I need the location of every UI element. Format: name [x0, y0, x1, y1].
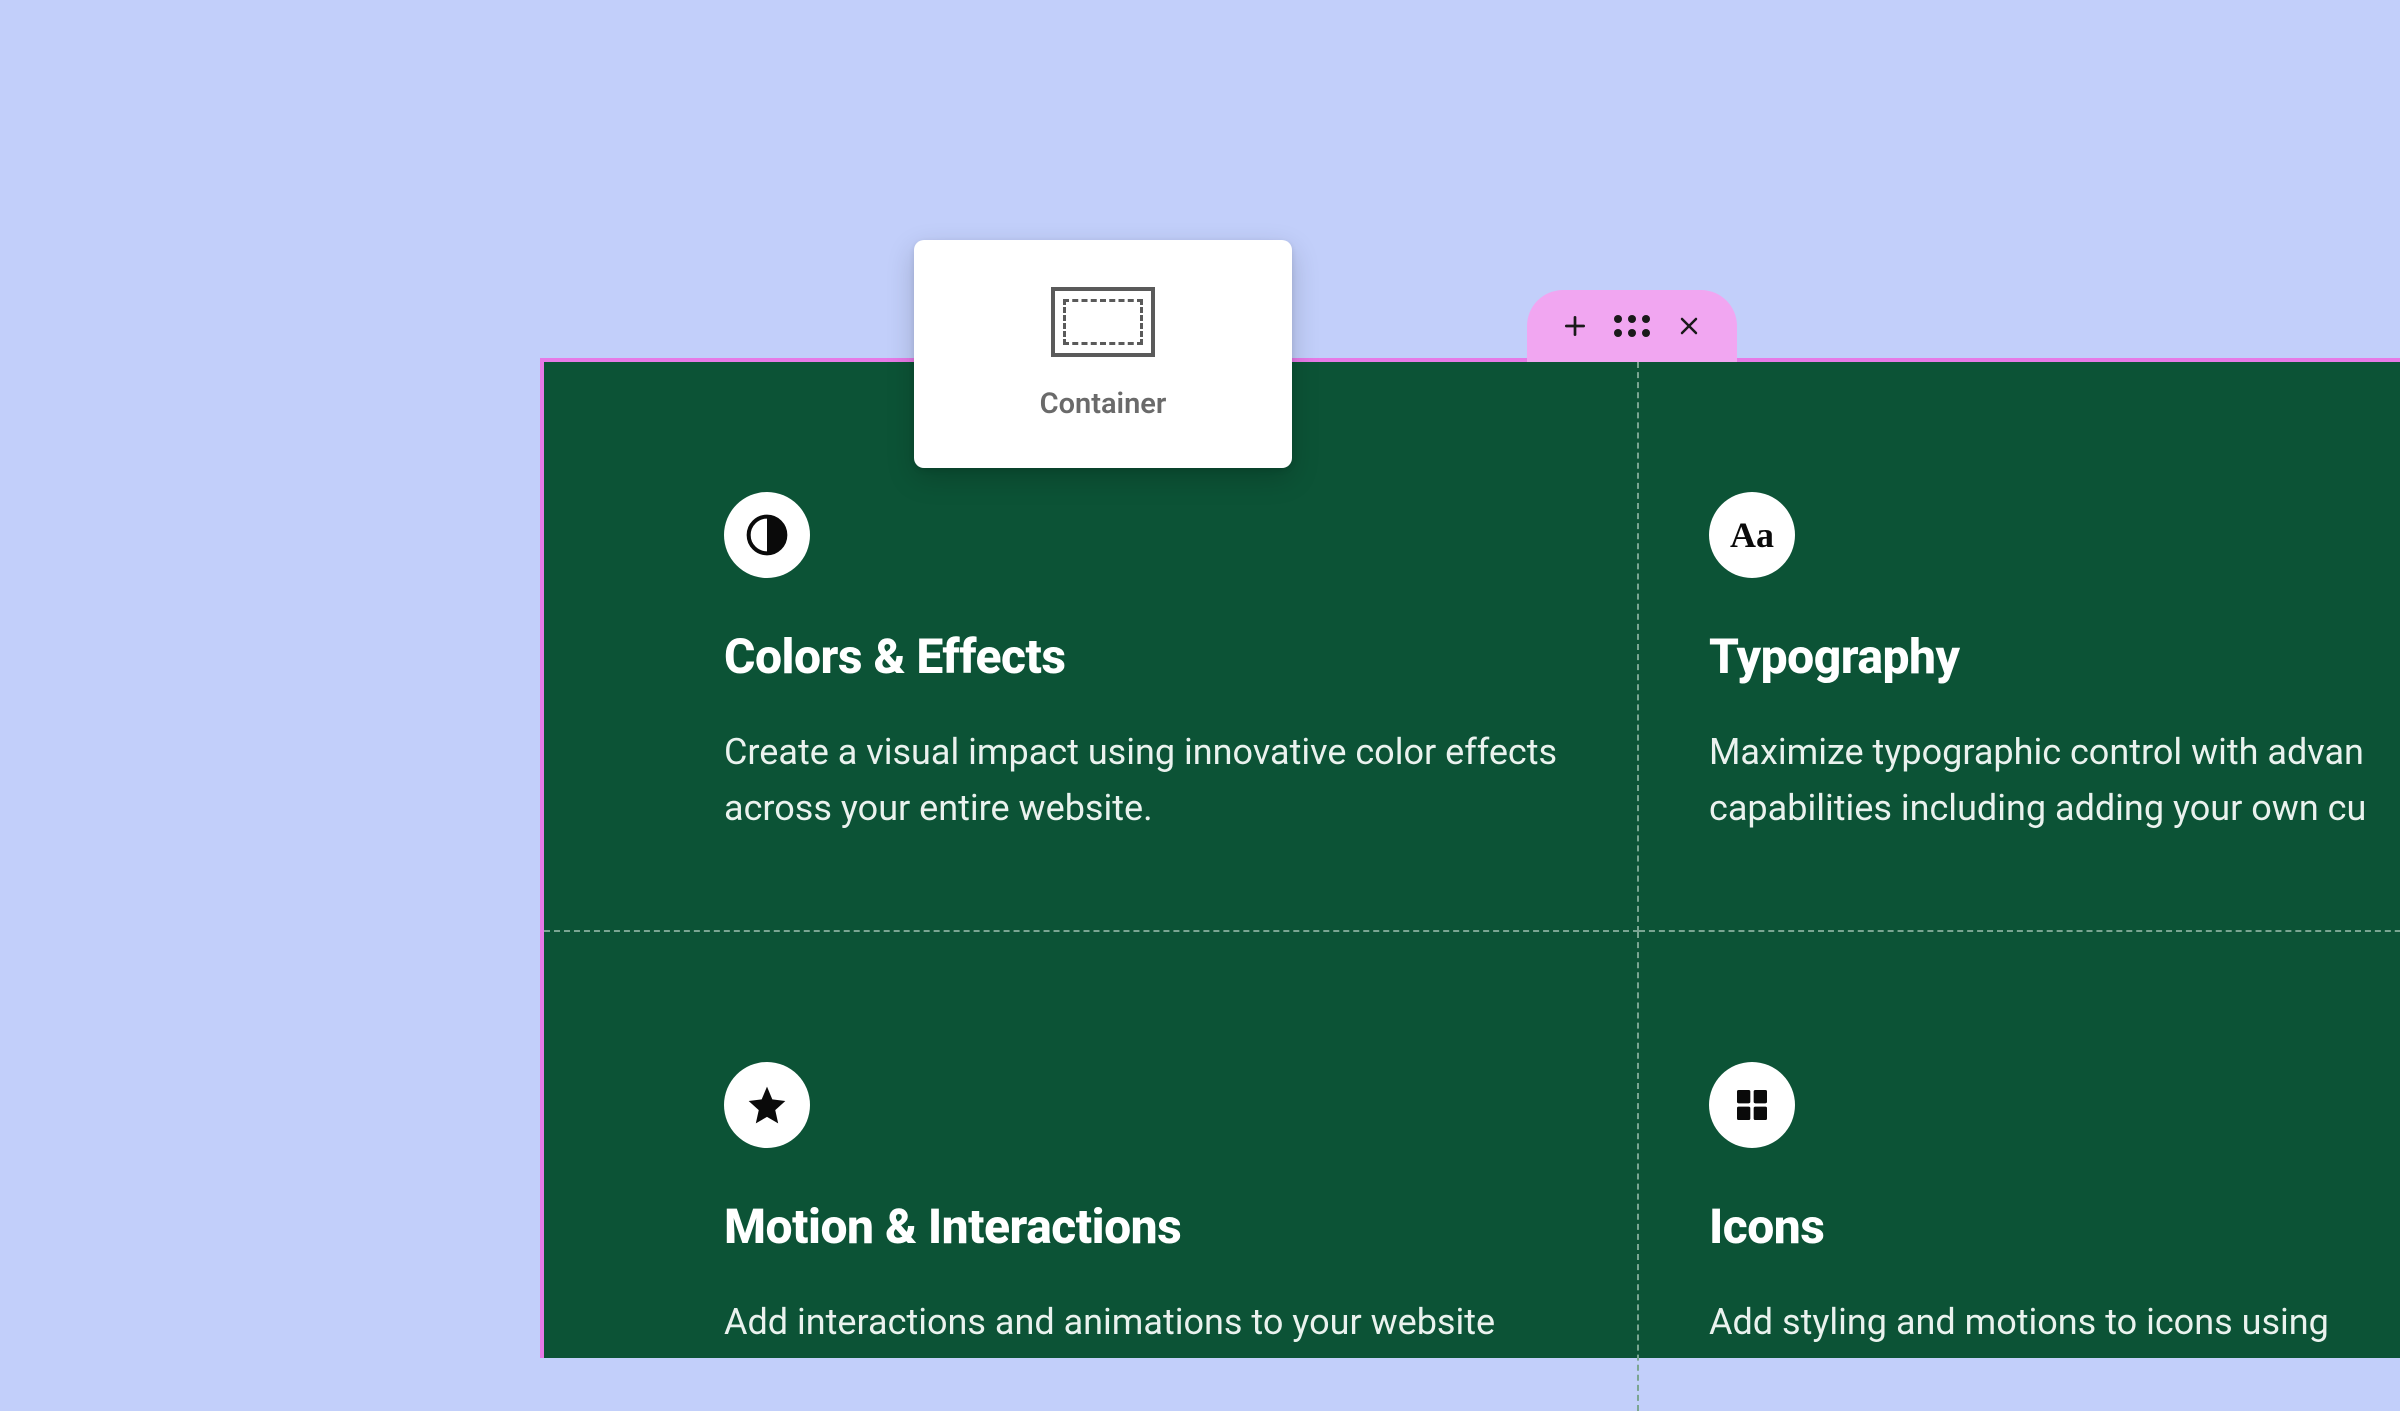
feature-cell-typography[interactable]: Aa Typography Maximize typographic contr…	[1639, 362, 2400, 932]
drag-handle[interactable]	[1612, 306, 1652, 346]
feature-cell-icons[interactable]: Icons Add styling and motions to icons u…	[1639, 932, 2400, 1411]
canvas-section: Colors & Effects Create a visual impact …	[540, 358, 2400, 1358]
feature-cell-motion[interactable]: Motion & Interactions Add interactions a…	[544, 932, 1639, 1411]
feature-description: Create a visual impact using innovative …	[724, 725, 1577, 837]
typography-icon: Aa	[1709, 492, 1795, 578]
element-toolbar	[1527, 290, 1737, 362]
add-button[interactable]	[1555, 306, 1595, 346]
close-button[interactable]	[1669, 306, 1709, 346]
star-icon	[724, 1062, 810, 1148]
container-icon	[1051, 287, 1155, 357]
grid-icon	[1709, 1062, 1795, 1148]
feature-title: Icons	[1709, 1198, 2400, 1255]
feature-title: Motion & Interactions	[724, 1198, 1577, 1255]
feature-grid: Colors & Effects Create a visual impact …	[544, 362, 2400, 1411]
feature-title: Typography	[1709, 628, 2400, 685]
contrast-icon	[724, 492, 810, 578]
drag-dots-icon	[1614, 315, 1650, 337]
feature-description: Add styling and motions to icons using	[1709, 1295, 2400, 1351]
feature-description: Add interactions and animations to your …	[724, 1295, 1577, 1351]
widget-label: Container	[1040, 387, 1167, 421]
feature-description: Maximize typographic control with advan …	[1709, 725, 2400, 837]
feature-title: Colors & Effects	[724, 628, 1577, 685]
container-widget-card[interactable]: Container	[914, 240, 1292, 468]
